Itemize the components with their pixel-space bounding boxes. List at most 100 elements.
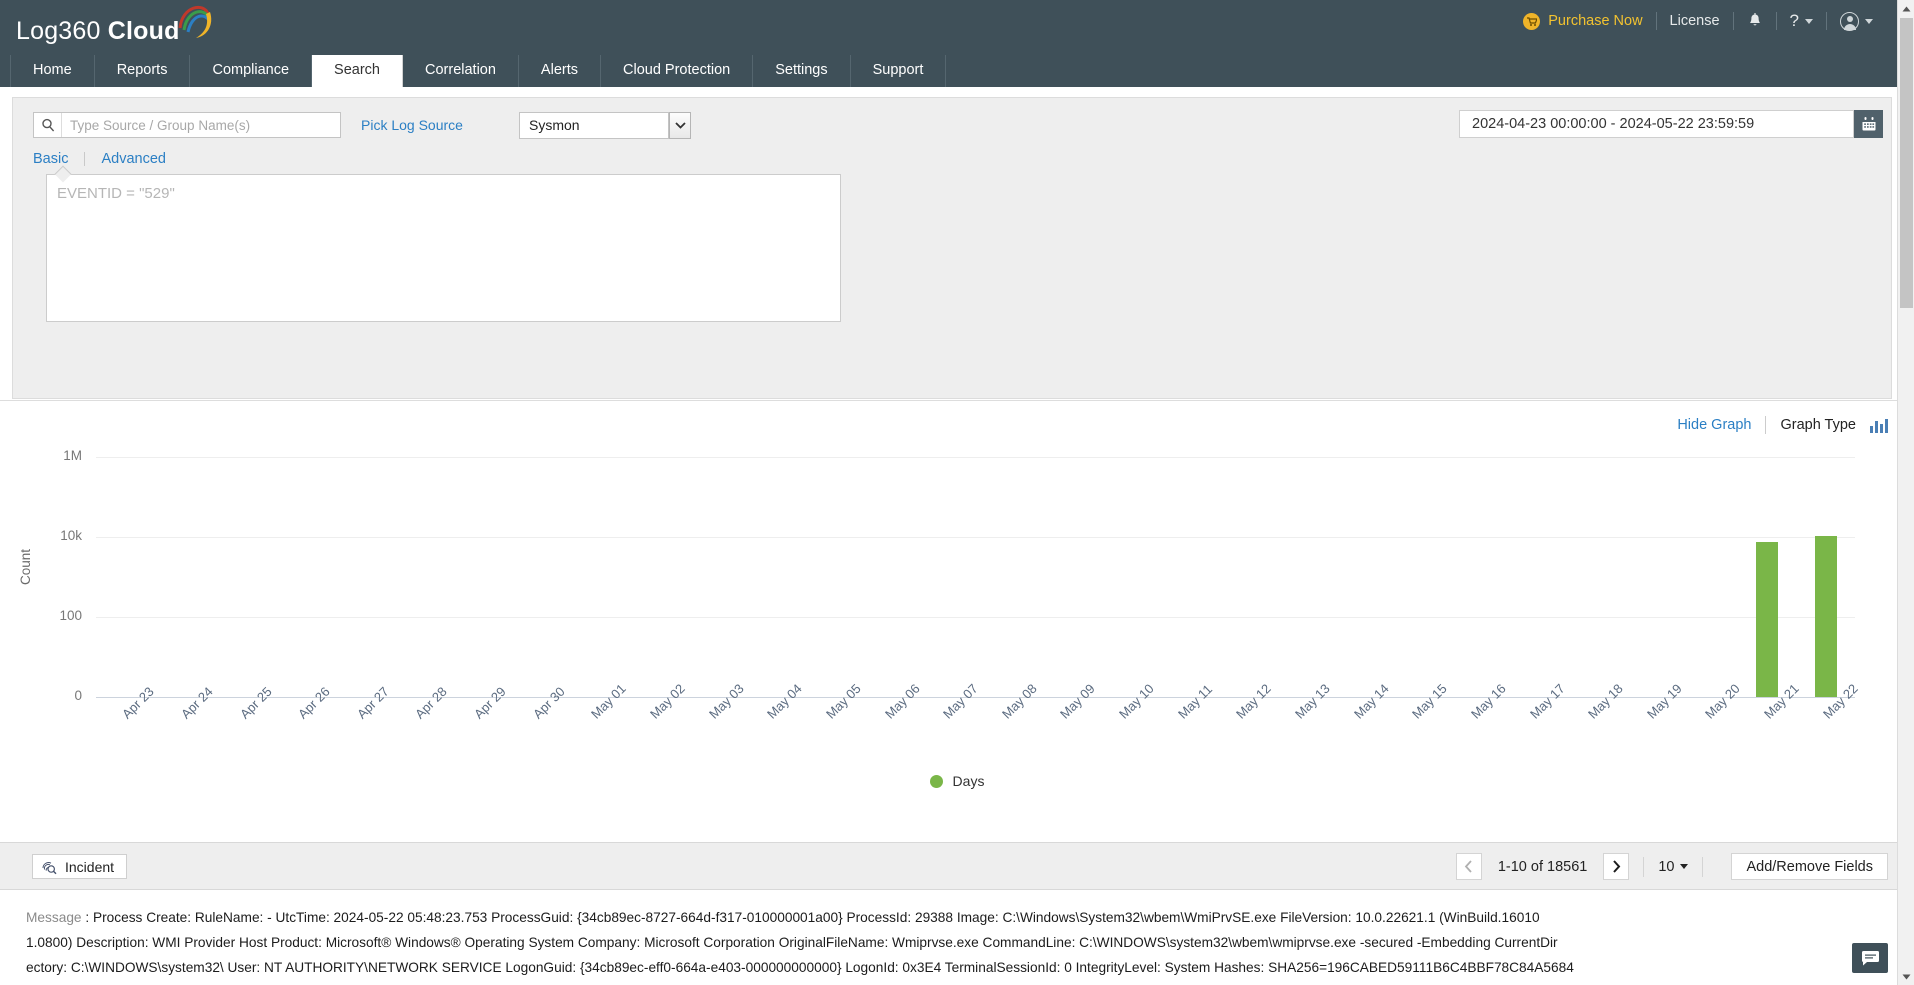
incident-button[interactable]: Incident bbox=[32, 854, 128, 879]
chart-x-tick-label: May 09 bbox=[1057, 680, 1099, 722]
pick-log-source-link[interactable]: Pick Log Source bbox=[361, 117, 463, 133]
chat-support-button[interactable] bbox=[1852, 943, 1888, 973]
nav-tab-support[interactable]: Support bbox=[851, 55, 947, 87]
pagination-divider-2 bbox=[1702, 856, 1704, 877]
graph-header-divider bbox=[1765, 416, 1767, 434]
chart-y-tick-label: 100 bbox=[59, 608, 82, 623]
fingerprint-search-icon bbox=[41, 859, 57, 875]
chevron-down-icon bbox=[1865, 18, 1873, 24]
scroll-up-arrow-icon[interactable] bbox=[1898, 0, 1914, 17]
chart-x-tick-label: May 17 bbox=[1526, 680, 1568, 722]
nav-tab-cloud-protection[interactable]: Cloud Protection bbox=[601, 55, 754, 87]
page-size-selector[interactable]: 10 bbox=[1658, 858, 1689, 875]
graph-header-controls: Hide Graph Graph Type bbox=[1677, 416, 1888, 434]
chart-x-tick-label: May 05 bbox=[822, 680, 864, 722]
nav-tab-alerts[interactable]: Alerts bbox=[519, 55, 601, 87]
prev-page-button[interactable] bbox=[1455, 853, 1482, 880]
query-box-notch bbox=[54, 165, 72, 183]
message-line-3: ectory: C:\WINDOWS\system32\ User: NT AU… bbox=[26, 960, 1574, 975]
page-scrollbar[interactable] bbox=[1897, 0, 1914, 985]
chart-x-tick-label: May 10 bbox=[1116, 680, 1157, 722]
chart-x-tick-label: Apr 23 bbox=[119, 683, 158, 722]
help-question-icon: ? bbox=[1789, 11, 1799, 30]
log-source-select-value[interactable]: Sysmon bbox=[519, 112, 669, 139]
user-account-menu[interactable] bbox=[1827, 9, 1886, 33]
chart-x-tick-label: May 14 bbox=[1350, 680, 1392, 722]
license-button[interactable]: License bbox=[1657, 9, 1733, 33]
nav-tab-home[interactable]: Home bbox=[10, 55, 95, 87]
tab-basic[interactable]: Basic bbox=[33, 151, 68, 167]
bar-chart-icon[interactable] bbox=[1870, 418, 1888, 433]
mode-tab-divider bbox=[84, 152, 86, 166]
log-source-select-arrow[interactable] bbox=[669, 112, 691, 139]
chart-x-tick-label: May 20 bbox=[1702, 680, 1744, 722]
header-actions: Purchase Now License ? bbox=[1510, 0, 1886, 42]
hide-graph-button[interactable]: Hide Graph bbox=[1677, 417, 1751, 433]
nav-tab-correlation[interactable]: Correlation bbox=[403, 55, 519, 87]
message-text-1: : Process Create: RuleName: - UtcTime: 2… bbox=[81, 910, 1540, 925]
app-logo[interactable]: Log360 Cloud bbox=[0, 5, 211, 48]
scroll-down-arrow-icon[interactable] bbox=[1898, 968, 1914, 985]
pagination-divider-1 bbox=[1643, 856, 1645, 877]
log-message-detail: Message : Process Create: RuleName: - Ut… bbox=[0, 905, 1914, 980]
page-size-value: 10 bbox=[1658, 858, 1675, 875]
date-range-picker[interactable]: 2024-04-23 00:00:00 - 2024-05-22 23:59:5… bbox=[1459, 110, 1883, 138]
pagination-controls: 1-10 of 18561 10 Add/Remove Fields bbox=[1455, 853, 1888, 880]
logo-primary-text: Log360 bbox=[16, 16, 101, 45]
chart-y-tick-label: 0 bbox=[74, 688, 82, 703]
chart-x-tick-label: Apr 26 bbox=[295, 683, 333, 722]
search-panel: Pick Log Source Sysmon 2024-04-23 00:00:… bbox=[12, 97, 1892, 470]
chart-x-tick-label: May 18 bbox=[1585, 680, 1626, 722]
incident-label: Incident bbox=[65, 858, 115, 875]
legend-color-swatch bbox=[929, 774, 943, 788]
query-textarea[interactable]: EVENTID = "529" bbox=[46, 165, 841, 322]
chart-gridline bbox=[96, 537, 1855, 538]
chart-x-tick-label: May 16 bbox=[1467, 680, 1509, 722]
scrollbar-thumb[interactable] bbox=[1900, 18, 1913, 308]
calendar-icon[interactable] bbox=[1854, 110, 1883, 138]
chart-gridline bbox=[96, 617, 1855, 618]
chart-x-tick-label: May 15 bbox=[1409, 680, 1451, 722]
next-page-button[interactable] bbox=[1603, 853, 1630, 880]
chart-x-tick-label: Apr 29 bbox=[471, 683, 509, 722]
log-source-select-wrapper[interactable]: Sysmon bbox=[519, 112, 691, 139]
license-label: License bbox=[1669, 13, 1720, 29]
nav-tab-compliance[interactable]: Compliance bbox=[190, 55, 313, 87]
chart-y-axis-label: Count bbox=[18, 548, 33, 585]
purchase-now-button[interactable]: Purchase Now bbox=[1510, 9, 1655, 33]
chart-y-tick-label: 1M bbox=[63, 448, 82, 463]
legend-label: Days bbox=[952, 773, 985, 789]
chart-x-tick-label: May 07 bbox=[940, 680, 981, 722]
chart-x-tick-label: Apr 28 bbox=[412, 683, 451, 722]
chevron-down-icon bbox=[1805, 18, 1813, 24]
notification-bell-icon[interactable] bbox=[1734, 9, 1776, 33]
logo-swoosh-icon bbox=[174, 5, 211, 48]
date-range-value[interactable]: 2024-04-23 00:00:00 - 2024-05-22 23:59:5… bbox=[1459, 110, 1854, 138]
chart-x-tick-label: May 12 bbox=[1233, 680, 1275, 722]
nav-tab-search[interactable]: Search bbox=[312, 55, 403, 87]
message-line-2: 1.0800) Description: WMI Provider Host P… bbox=[26, 935, 1558, 950]
chart-x-tick-label: May 06 bbox=[881, 680, 923, 722]
chat-bubble-icon bbox=[1861, 950, 1879, 965]
chart-x-tick-label: Apr 25 bbox=[236, 683, 275, 722]
search-input[interactable] bbox=[62, 116, 340, 134]
chart-x-tick-label: May 02 bbox=[647, 680, 688, 722]
chart-bar[interactable] bbox=[1756, 542, 1779, 697]
search-results-chart: Count 1M 10k 100 0 Apr 23 Apr 24 Apr 25 Apr 26 A… bbox=[0, 443, 1880, 763]
source-input-wrapper[interactable] bbox=[33, 112, 341, 138]
nav-tab-reports[interactable]: Reports bbox=[95, 55, 191, 87]
chart-bar[interactable] bbox=[1814, 536, 1837, 697]
main-navigation: Home Reports Compliance Search Correlation Al… bbox=[0, 55, 1914, 87]
chevron-down-icon bbox=[1680, 864, 1689, 869]
tab-advanced[interactable]: Advanced bbox=[101, 151, 166, 167]
chart-x-tick-label: May 13 bbox=[1291, 680, 1333, 722]
chart-gridline bbox=[96, 457, 1855, 458]
help-menu[interactable]: ? bbox=[1777, 9, 1826, 33]
page-count-label: 1-10 of 18561 bbox=[1497, 858, 1588, 875]
nav-tab-settings[interactable]: Settings bbox=[753, 55, 851, 87]
add-remove-fields-button[interactable]: Add/Remove Fields bbox=[1731, 853, 1888, 880]
chart-x-tick-label: Apr 27 bbox=[353, 683, 392, 722]
shopping-cart-icon bbox=[1523, 12, 1541, 30]
chart-y-tick-label: 10k bbox=[60, 528, 82, 543]
chart-x-tick-label: May 11 bbox=[1174, 681, 1215, 722]
